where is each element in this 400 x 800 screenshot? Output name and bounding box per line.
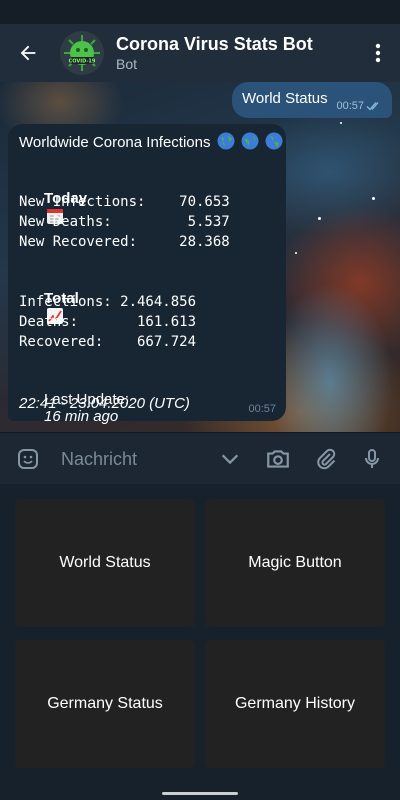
back-button[interactable] [0, 24, 56, 82]
virus-icon: COVID-19 [60, 31, 104, 75]
chat-area[interactable]: World Status 00:57 Worldwide Corona Infe… [0, 82, 400, 432]
navigation-handle[interactable] [162, 792, 238, 795]
message-input-bar: Nachricht [0, 432, 400, 484]
bot-keyboard: World Status Magic Button Germany Status… [0, 484, 400, 800]
globe-icon [241, 132, 259, 150]
total-infections: Infections: 2.464.856 [19, 294, 197, 310]
outgoing-message[interactable]: World Status 00:57 [232, 82, 392, 118]
keyboard-button-germany-status[interactable]: Germany Status [15, 640, 195, 768]
attach-button[interactable] [312, 445, 340, 473]
hide-keyboard-button[interactable] [216, 445, 244, 473]
keyboard-button-magic[interactable]: Magic Button [205, 499, 385, 627]
keyboard-button-germany-history[interactable]: Germany History [205, 640, 385, 768]
message-time: 00:57 [336, 100, 364, 112]
today-recovered: New Recovered: 28.368 [19, 234, 230, 250]
chevron-down-icon [221, 454, 239, 465]
more-vertical-icon [375, 43, 381, 63]
today-infections: New Infections: 70.653 [19, 194, 230, 210]
last-update-time: 22:41 - 23.04.2020 (UTC) [19, 395, 190, 412]
double-check-icon [366, 102, 379, 111]
today-deaths: New Deaths: 5.537 [19, 214, 230, 230]
message-input[interactable]: Nachricht [61, 449, 137, 470]
sticker-button[interactable] [14, 445, 42, 473]
arrow-left-icon [20, 45, 36, 61]
globe-icon [217, 132, 235, 150]
chat-subtitle: Bot [116, 56, 138, 72]
avatar-label: COVID-19 [69, 59, 96, 65]
more-menu-button[interactable] [356, 24, 400, 82]
bot-avatar[interactable]: COVID-19 [60, 31, 104, 75]
message-heading-text: Worldwide Corona Infections [19, 134, 211, 151]
sticker-icon [18, 449, 38, 469]
camera-icon [267, 450, 289, 468]
globe-icon [265, 132, 283, 150]
paperclip-icon [317, 448, 336, 470]
status-bar [0, 0, 400, 24]
wallpaper-star [295, 252, 297, 254]
total-recovered: Recovered: 667.724 [19, 334, 197, 350]
wallpaper-star [340, 122, 342, 124]
outgoing-message-text: World Status [242, 90, 328, 107]
message-time: 00:57 [248, 403, 276, 415]
message-heading: Worldwide Corona Infections [19, 132, 283, 151]
incoming-message[interactable]: Worldwide Corona Infections Today New In… [8, 124, 286, 425]
voice-message-button[interactable] [358, 445, 386, 473]
wallpaper-star [318, 217, 321, 220]
camera-button[interactable] [264, 445, 292, 473]
keyboard-button-world-status[interactable]: World Status [15, 499, 195, 627]
chat-header: COVID-19 Corona Virus Stats Bot Bot [0, 24, 400, 82]
total-deaths: Deaths: 161.613 [19, 314, 197, 330]
chat-title: Corona Virus Stats Bot [116, 34, 313, 54]
wallpaper-star [372, 197, 375, 200]
microphone-icon [365, 449, 379, 468]
